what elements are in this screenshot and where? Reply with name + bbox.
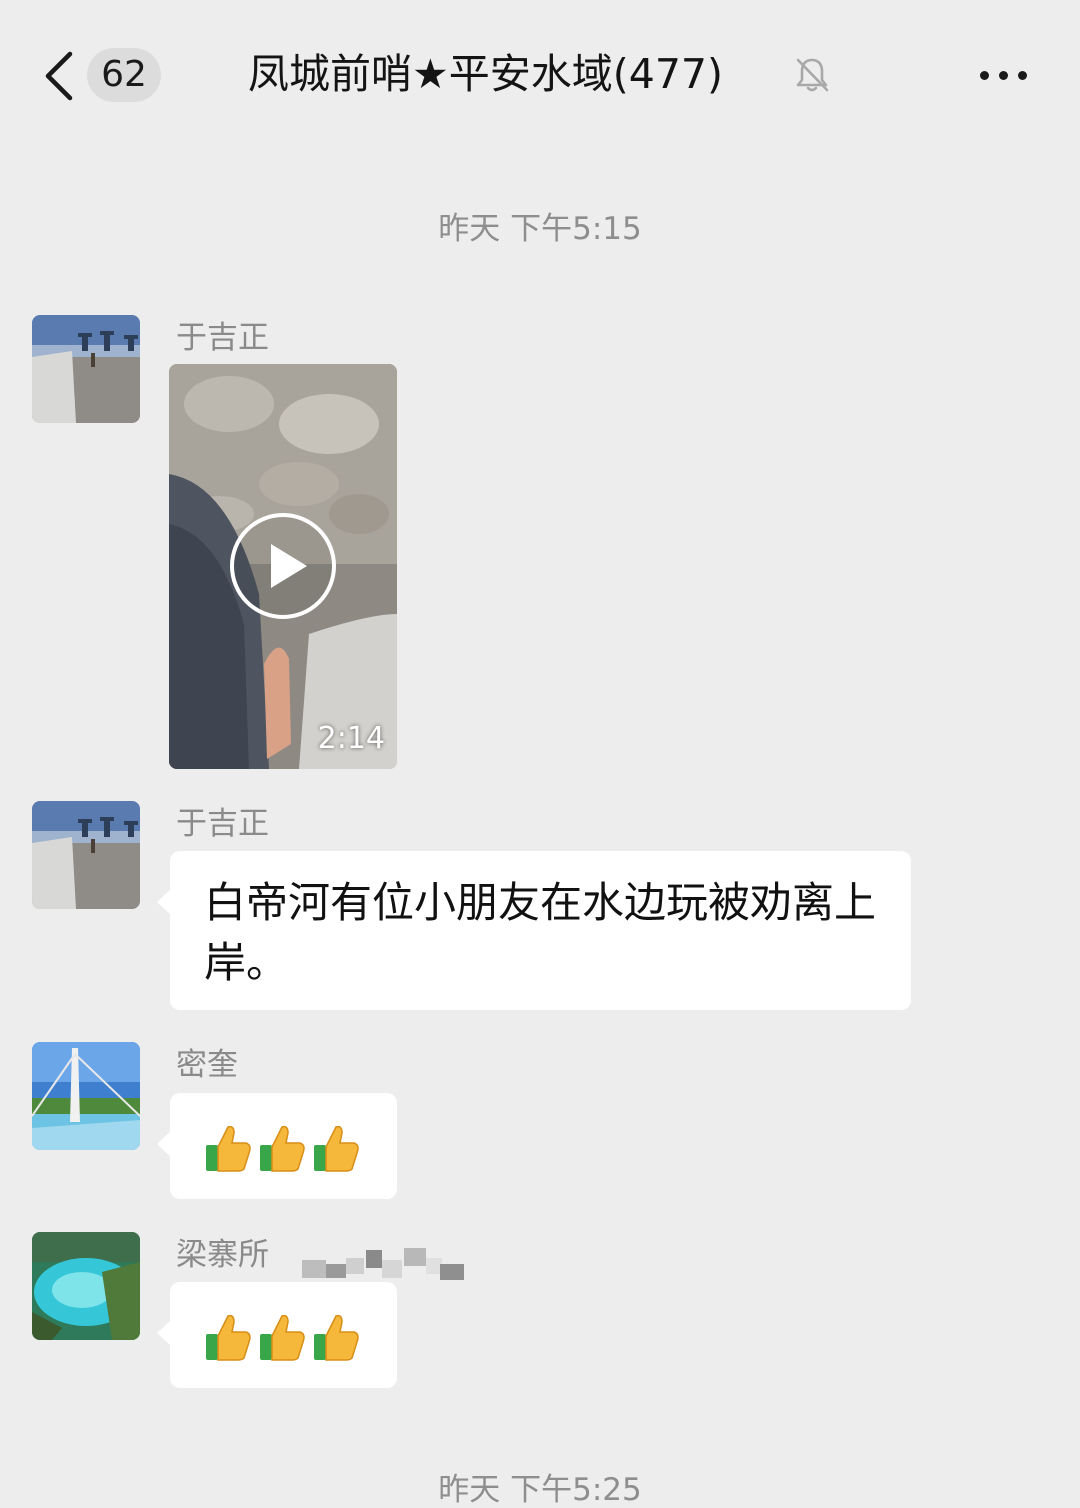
thumbs-up-icon: [206, 1125, 251, 1172]
more-dot-icon: [999, 71, 1008, 80]
thumbs-up-icon: [260, 1125, 305, 1172]
message-text: 白帝河有位小朋友在水边玩被劝离上岸。: [204, 878, 877, 987]
emoji-message-bubble[interactable]: [157, 1282, 397, 1388]
unread-count-badge[interactable]: 62: [87, 48, 161, 102]
play-button[interactable]: [229, 512, 337, 620]
chat-title: 凤城前哨★平安水域(477): [248, 50, 724, 98]
back-button[interactable]: [40, 50, 80, 102]
message-timestamp: 昨天 下午5:15: [438, 211, 642, 247]
sender-avatar[interactable]: [32, 315, 140, 423]
more-options-button[interactable]: [976, 60, 1032, 90]
sender-name: 于吉正: [176, 806, 269, 842]
thumbs-up-icon: [314, 1314, 359, 1361]
more-dot-icon: [1018, 71, 1027, 80]
emoji-row: [204, 1123, 360, 1173]
sender-name: 于吉正: [176, 320, 269, 356]
video-duration: 2:14: [317, 721, 385, 756]
video-message[interactable]: 2:14: [169, 364, 397, 769]
play-icon: [230, 513, 336, 619]
chat-header: 62 凤城前哨★平安水域(477): [0, 0, 1080, 150]
sender-name: 密奎: [176, 1047, 238, 1083]
redacted-name-blur: [280, 1240, 480, 1286]
sender-avatar[interactable]: [32, 1042, 140, 1150]
thumbs-up-icon: [314, 1125, 359, 1172]
emoji-message-bubble[interactable]: [157, 1093, 397, 1199]
chevron-left-icon: [45, 51, 73, 101]
message-timestamp: 昨天 下午5:25: [438, 1472, 642, 1508]
text-message-bubble[interactable]: 白帝河有位小朋友在水边玩被劝离上岸。: [157, 851, 911, 1010]
muted-bell-icon: [794, 56, 830, 94]
thumbs-up-icon: [260, 1314, 305, 1361]
sender-avatar[interactable]: [32, 801, 140, 909]
sender-avatar[interactable]: [32, 1232, 140, 1340]
sender-name: 梁寨所: [176, 1237, 269, 1273]
thumbs-up-icon: [206, 1314, 251, 1361]
more-dot-icon: [980, 71, 989, 80]
emoji-row: [204, 1312, 360, 1362]
